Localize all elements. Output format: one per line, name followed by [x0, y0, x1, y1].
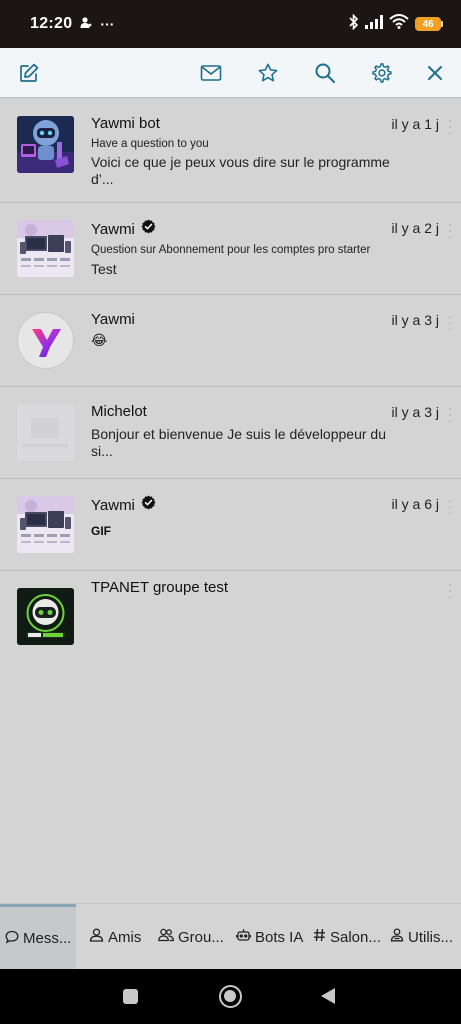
- status-bar: 12:20 ··· 46: [0, 0, 461, 48]
- gear-icon[interactable]: [368, 60, 394, 86]
- conversation-subject: Question sur Abonnement pour les comptes…: [91, 244, 371, 256]
- verified-badge-icon: [141, 495, 156, 515]
- verified-badge-icon: [141, 219, 156, 239]
- more-options-icon[interactable]: · · ·: [447, 493, 453, 519]
- contact-name: Yawmi bot: [91, 115, 160, 132]
- timestamp: il y a 3 j: [391, 312, 439, 328]
- tab-amis[interactable]: Amis: [89, 904, 141, 970]
- gif-label: GIF: [91, 524, 111, 538]
- more-options-icon[interactable]: · · ·: [447, 113, 453, 139]
- conversation-item-michelot[interactable]: Michelot il y a 3 j · · · Bonjour et bienv…: [0, 387, 461, 479]
- contact-name: TPANET groupe test: [91, 579, 229, 596]
- group-icon: [158, 928, 174, 946]
- conversation-item-yawmi[interactable]: Yawmi il y a 6 j · · · GIF: [0, 479, 461, 571]
- contact-name: Michelot: [91, 403, 147, 420]
- search-icon[interactable]: [312, 60, 338, 86]
- bluetooth-icon: [349, 13, 359, 35]
- avatar: [17, 404, 74, 461]
- tab-label: Amis: [108, 928, 142, 946]
- person-icon: [80, 15, 92, 33]
- conversation-subject: Have a question to you: [91, 138, 209, 150]
- tab-label: Bots IA: [255, 928, 304, 946]
- tab-messages[interactable]: Mess...: [0, 904, 76, 970]
- last-message: 😂: [91, 332, 108, 348]
- recent-apps-button[interactable]: [123, 989, 138, 1004]
- mail-icon[interactable]: [198, 60, 224, 86]
- timestamp: il y a 6 j: [391, 496, 439, 512]
- tab-label: Salon...: [330, 928, 381, 946]
- avatar: [17, 312, 74, 369]
- tab-label: Mess...: [23, 930, 72, 947]
- contact-name: Yawmi: [91, 220, 135, 238]
- contact-name: Yawmi: [91, 496, 135, 514]
- top-toolbar: [0, 48, 461, 98]
- timestamp: il y a 1 j: [391, 116, 439, 132]
- more-options-icon[interactable]: · · ·: [447, 309, 453, 335]
- tab-salons[interactable]: Salon...: [313, 904, 381, 970]
- signal-icon: [365, 14, 383, 34]
- wifi-icon: [389, 14, 409, 34]
- conversation-list: Yawmi bot il y a 1 j · · · Have a question…: [0, 99, 461, 663]
- users-icon: [390, 928, 404, 946]
- avatar: [17, 496, 74, 553]
- battery-indicator: 46: [415, 17, 443, 31]
- more-options-icon[interactable]: · · ·: [447, 217, 453, 243]
- compose-icon[interactable]: [16, 60, 42, 86]
- tab-label: Grou...: [178, 928, 224, 946]
- more-options-icon[interactable]: · · ·: [447, 401, 453, 427]
- last-message: Test: [91, 261, 117, 277]
- star-icon[interactable]: [255, 60, 281, 86]
- system-navigation-bar: [0, 969, 461, 1024]
- avatar: [17, 588, 74, 645]
- conversation-item-yawmi-bot[interactable]: Yawmi bot il y a 1 j · · · Have a question…: [0, 99, 461, 203]
- chat-bubble-icon: [5, 930, 19, 948]
- person-icon: [89, 928, 104, 946]
- conversation-item-yawmi[interactable]: Yawmi il y a 2 j · · · Question sur Abonne…: [0, 203, 461, 295]
- last-message: Voici ce que je peux vous dire sur le pr…: [91, 154, 390, 187]
- clock: 12:20: [30, 15, 73, 32]
- conversation-item-yawmi[interactable]: Yawmi il y a 3 j · · · 😂: [0, 295, 461, 387]
- avatar: [17, 116, 74, 173]
- hashtag-icon: [313, 928, 326, 946]
- tab-groupes[interactable]: Grou...: [158, 904, 224, 970]
- contact-name: Yawmi: [91, 311, 135, 328]
- robot-icon: [235, 928, 252, 946]
- timestamp: il y a 3 j: [391, 404, 439, 420]
- home-button[interactable]: [219, 985, 242, 1008]
- tab-label: Utilis...: [408, 928, 453, 946]
- more-options-icon[interactable]: · · ·: [447, 577, 453, 603]
- timestamp: il y a 2 j: [391, 220, 439, 236]
- tab-utilisateurs[interactable]: Utilis...: [390, 904, 453, 970]
- tab-bots-ia[interactable]: Bots IA: [235, 904, 304, 970]
- more-notifications: ···: [100, 16, 115, 32]
- last-message: Bonjour et bienvenue Je suis le développ…: [91, 426, 386, 459]
- close-icon[interactable]: [422, 60, 448, 86]
- avatar: [17, 220, 74, 277]
- conversation-item-tpanet-groupe-test[interactable]: TPANET groupe test · · ·: [0, 571, 461, 663]
- back-button[interactable]: [320, 987, 336, 1010]
- bottom-navigation: Mess... Amis Grou... Bots IA Salon... Ut…: [0, 903, 461, 970]
